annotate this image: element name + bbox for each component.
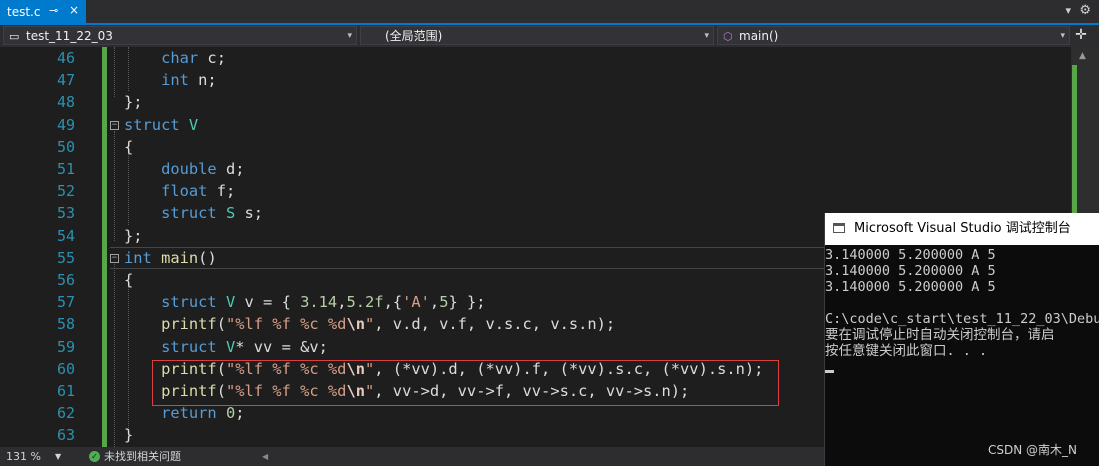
tab-dropdown-icon[interactable]: ▾ bbox=[1065, 4, 1071, 17]
chevron-down-icon: ▾ bbox=[704, 31, 709, 41]
chevron-down-icon: ▾ bbox=[1060, 31, 1065, 41]
console-title: Microsoft Visual Studio 调试控制台 bbox=[854, 221, 1071, 236]
issues-status[interactable]: 未找到相关问题 bbox=[104, 447, 181, 466]
line-number: 55 bbox=[56, 248, 75, 267]
watermark: CSDN @南木_N bbox=[988, 443, 1078, 457]
highlight-box bbox=[152, 360, 779, 406]
debug-console-window[interactable]: Microsoft Visual Studio 调试控制台 3.140000 5… bbox=[825, 213, 1099, 466]
line-number: 51 bbox=[56, 160, 75, 178]
line-number: 58 bbox=[56, 315, 75, 334]
line-number: 56 bbox=[56, 271, 75, 289]
navigation-bar: ▭ test_11_22_03 ▾ (全局范围) ▾ ⬡ main() ▾ ✛ bbox=[0, 25, 1099, 47]
code-line: float f; bbox=[161, 182, 236, 201]
close-icon[interactable]: × bbox=[69, 3, 79, 17]
change-indicator-bar bbox=[102, 47, 107, 447]
line-number: 48 bbox=[56, 93, 75, 112]
code-line: char c; bbox=[161, 49, 226, 67]
collapse-toggle-icon[interactable]: − bbox=[110, 121, 119, 130]
code-line: struct V bbox=[124, 115, 199, 134]
tab-label: test.c bbox=[7, 5, 41, 19]
line-number: 46 bbox=[56, 49, 75, 67]
zoom-level[interactable]: 131 % bbox=[6, 447, 41, 466]
check-circle-icon: ✓ bbox=[89, 451, 100, 462]
console-output-line: 3.140000 5.200000 A 5 bbox=[825, 279, 996, 295]
code-line: double d; bbox=[161, 160, 245, 178]
project-dropdown[interactable]: ▭ test_11_22_03 ▾ bbox=[3, 26, 357, 45]
code-line: int n; bbox=[161, 71, 217, 90]
gear-icon[interactable]: ⚙ bbox=[1079, 3, 1091, 18]
code-line: }; bbox=[124, 226, 143, 245]
scroll-up-icon[interactable]: ▲ bbox=[1079, 51, 1086, 61]
console-output-line: 3.140000 5.200000 A 5 bbox=[825, 247, 996, 263]
console-title-bar[interactable]: Microsoft Visual Studio 调试控制台 bbox=[825, 213, 1099, 245]
code-line: printf("%lf %f %c %d\n", v.d, v.f, v.s.c… bbox=[161, 315, 616, 334]
line-number: 60 bbox=[56, 359, 75, 378]
code-line: int main() bbox=[124, 248, 217, 267]
scope-dropdown[interactable]: (全局范围) ▾ bbox=[360, 26, 714, 45]
code-line: }; bbox=[124, 93, 143, 112]
c-file-icon: ▭ bbox=[9, 30, 20, 43]
line-number: 50 bbox=[56, 137, 75, 156]
scroll-left-icon[interactable]: ◀ bbox=[262, 447, 268, 466]
indent-guide bbox=[114, 47, 115, 97]
method-icon: ⬡ bbox=[723, 30, 733, 43]
line-number: 53 bbox=[56, 204, 75, 223]
console-window-icon bbox=[833, 223, 845, 233]
line-number: 62 bbox=[56, 404, 75, 423]
chevron-down-icon[interactable]: ▼ bbox=[55, 447, 61, 466]
indent-guide bbox=[114, 264, 115, 447]
project-name: test_11_22_03 bbox=[26, 29, 113, 43]
line-number: 61 bbox=[56, 382, 75, 400]
tab-bar: test.c ⊸ × ▾ ⚙ bbox=[0, 0, 1099, 24]
code-line: { bbox=[124, 137, 134, 156]
console-output-line: 要在调试停止时自动关闭控制台，请启 bbox=[825, 327, 1055, 343]
console-output-line: C:\code\c_start\test_11_22_03\Debug bbox=[825, 311, 1099, 327]
code-line: struct V* vv = &v; bbox=[161, 337, 328, 356]
line-number: 52 bbox=[56, 182, 75, 201]
code-line: { bbox=[124, 271, 134, 289]
split-window-button[interactable]: ✛ bbox=[1071, 26, 1091, 45]
pin-icon[interactable]: ⊸ bbox=[49, 4, 58, 17]
scope-name: (全局范围) bbox=[385, 29, 443, 43]
code-line: struct V v = { 3.14,5.2f,{'A',5} }; bbox=[161, 293, 486, 312]
line-number: 54 bbox=[56, 226, 75, 245]
line-number: 59 bbox=[56, 337, 75, 356]
console-output-line: 3.140000 5.200000 A 5 bbox=[825, 263, 996, 279]
line-number: 57 bbox=[56, 293, 75, 312]
function-dropdown[interactable]: ⬡ main() ▾ bbox=[717, 26, 1070, 45]
tab-test-c[interactable]: test.c ⊸ × bbox=[0, 0, 86, 24]
collapse-toggle-icon[interactable]: − bbox=[110, 254, 119, 263]
function-name: main() bbox=[739, 29, 779, 43]
indent-guide bbox=[114, 131, 115, 241]
chevron-down-icon: ▾ bbox=[347, 31, 352, 41]
line-number: 49 bbox=[56, 115, 75, 134]
console-output-line: 按任意键关闭此窗口. . . bbox=[825, 343, 988, 359]
console-cursor bbox=[825, 370, 834, 373]
code-line: struct S s; bbox=[161, 204, 264, 223]
code-line: } bbox=[124, 426, 134, 445]
line-number: 63 bbox=[56, 426, 75, 445]
line-number: 47 bbox=[56, 71, 75, 90]
